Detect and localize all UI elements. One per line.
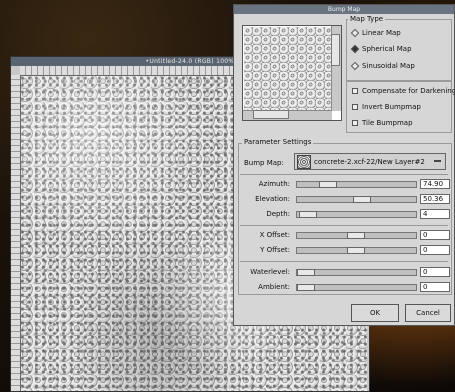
radio-indicator-selected (350, 44, 360, 54)
ok-button[interactable]: OK (351, 304, 399, 322)
divider (240, 225, 448, 226)
depth-slider[interactable] (296, 211, 417, 218)
check-label: Tile Bumpmap (362, 119, 413, 127)
slider-label: X Offset: (259, 231, 290, 239)
map-type-label: Map Type (348, 15, 386, 23)
dialog-title: Bump Map (234, 5, 454, 14)
ambient-input[interactable]: 0 (420, 282, 450, 292)
x-offset-slider[interactable] (296, 232, 417, 239)
checkbox (352, 88, 358, 94)
slider-label: Depth: (266, 210, 290, 218)
slider-label: Azimuth: (258, 180, 290, 188)
divider (240, 261, 448, 262)
slider-thumb[interactable] (353, 196, 371, 203)
waterlevel-input[interactable]: 0 (420, 267, 450, 277)
slider-row-ambient: Ambient: 0 (242, 282, 450, 293)
y-offset-input[interactable]: 0 (420, 245, 450, 255)
radio-label: Sinusoidal Map (362, 62, 415, 70)
check-invert-bumpmap[interactable]: Invert Bumpmap (352, 103, 421, 111)
bump-map-value: concrete-2.xcf-22/New Layer#2 (314, 157, 425, 166)
slider-label: Elevation: (255, 195, 290, 203)
x-offset-input[interactable]: 0 (420, 230, 450, 240)
horizontal-scroll-thumb[interactable] (253, 110, 289, 119)
elevation-input[interactable]: 50.36 (420, 194, 450, 204)
dropdown-arrow-icon (434, 160, 441, 162)
slider-label: Waterlevel: (250, 268, 290, 276)
check-label: Invert Bumpmap (362, 103, 421, 111)
parameter-settings-label: Parameter Settings (242, 138, 314, 146)
slider-row-y-offset: Y Offset: 0 (242, 245, 450, 256)
slider-label: Y Offset: (260, 246, 290, 254)
radio-indicator (350, 28, 360, 38)
slider-thumb[interactable] (347, 247, 365, 254)
vertical-scroll-thumb[interactable] (331, 34, 340, 66)
bump-map-select[interactable]: concrete-2.xcf-22/New Layer#2 (294, 153, 446, 170)
waterlevel-slider[interactable] (296, 269, 417, 276)
bump-map-label: Bump Map: (244, 159, 284, 167)
y-offset-slider[interactable] (296, 247, 417, 254)
check-compensate-darkening[interactable]: Compensate for Darkening (352, 87, 455, 95)
azimuth-slider[interactable] (296, 181, 417, 188)
azimuth-input[interactable]: 74.90 (420, 179, 450, 189)
bump-map-dialog: Bump Map Map Type Linear Map Spherical M… (233, 4, 455, 326)
radio-label: Spherical Map (362, 45, 412, 53)
slider-thumb[interactable] (299, 211, 317, 218)
slider-thumb[interactable] (319, 181, 337, 188)
depth-input[interactable]: 4 (420, 209, 450, 219)
slider-row-azimuth: Azimuth: 74.90 (242, 179, 450, 190)
slider-row-elevation: Elevation: 50.36 (242, 194, 450, 205)
preview-texture (244, 27, 331, 110)
check-label: Compensate for Darkening (362, 87, 455, 95)
ambient-slider[interactable] (296, 284, 417, 291)
slider-row-depth: Depth: 4 (242, 209, 450, 220)
divider (240, 174, 448, 175)
slider-row-waterlevel: Waterlevel: 0 (242, 267, 450, 278)
slider-thumb[interactable] (297, 269, 315, 276)
radio-indicator (350, 61, 360, 71)
slider-thumb[interactable] (347, 232, 365, 239)
checkbox (352, 120, 358, 126)
slider-thumb[interactable] (297, 284, 315, 291)
cancel-button[interactable]: Cancel (405, 304, 451, 322)
slider-label: Ambient: (258, 283, 290, 291)
vertical-ruler (11, 75, 21, 391)
layer-thumbnail-icon (297, 154, 311, 169)
radio-sinusoidal-map[interactable]: Sinusoidal Map (350, 61, 415, 71)
slider-row-x-offset: X Offset: 0 (242, 230, 450, 241)
preview-vertical-scrollbar[interactable] (331, 26, 341, 111)
elevation-slider[interactable] (296, 196, 417, 203)
radio-label: Linear Map (362, 29, 401, 37)
radio-linear-map[interactable]: Linear Map (350, 28, 401, 38)
preview-pane[interactable] (242, 25, 342, 121)
radio-spherical-map[interactable]: Spherical Map (350, 44, 412, 54)
checkbox (352, 104, 358, 110)
check-tile-bumpmap[interactable]: Tile Bumpmap (352, 119, 413, 127)
preview-horizontal-scrollbar[interactable] (243, 110, 332, 120)
